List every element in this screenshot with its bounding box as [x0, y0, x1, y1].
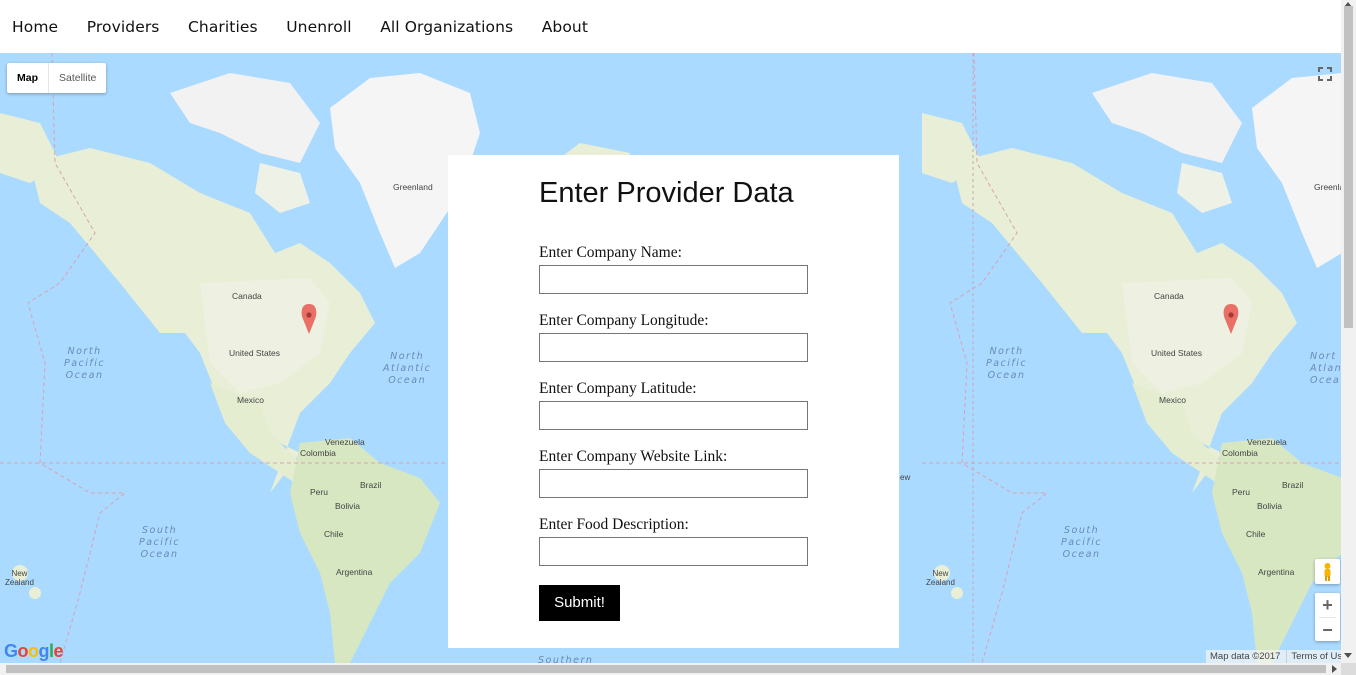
map-type-satellite-button[interactable]: Satellite — [49, 63, 106, 93]
map-label-brazil: Brazil — [360, 480, 382, 490]
map-label-north-pacific: North Pacific Ocean — [64, 346, 106, 381]
map-label-north-atlantic: North Atlantic Ocean — [383, 351, 432, 386]
company-website-input[interactable] — [539, 469, 808, 498]
company-website-label: Enter Company Website Link: — [539, 448, 728, 465]
horizontal-scrollbar[interactable] — [0, 663, 1341, 675]
map-label-colombia: Colombia — [300, 448, 336, 458]
vertical-scroll-thumb[interactable] — [1344, 6, 1353, 328]
zoom-in-button[interactable]: + — [1315, 593, 1340, 617]
map-attribution: Map data ©2017 Terms of Use — [1206, 650, 1345, 663]
map-type-control: Map Satellite — [7, 63, 107, 93]
map-label-venezuela-2: Venezuela — [1247, 437, 1287, 447]
map-label-brazil-2: Brazil — [1282, 480, 1304, 490]
map-label-chile: Chile — [324, 529, 344, 539]
map-label-south-pacific-2: South Pacific Ocean — [1061, 525, 1103, 560]
food-description-input[interactable] — [539, 537, 808, 566]
form-title: Enter Provider Data — [539, 177, 794, 209]
company-longitude-label: Enter Company Longitude: — [539, 312, 709, 329]
nav-charities[interactable]: Charities — [188, 18, 258, 36]
nav-home[interactable]: Home — [12, 18, 58, 36]
food-description-label: Enter Food Description: — [539, 516, 689, 533]
fullscreen-icon — [1318, 67, 1332, 81]
map-label-canada: Canada — [232, 291, 262, 301]
vertical-scrollbar[interactable] — [1341, 0, 1356, 663]
map-label-argentina-2: Argentina — [1258, 567, 1295, 577]
map-label-chile-2: Chile — [1246, 529, 1266, 539]
map-label-north-pacific-2: North Pacific Ocean — [986, 346, 1028, 381]
company-latitude-label: Enter Company Latitude: — [539, 380, 697, 397]
map-label-mexico: Mexico — [237, 395, 264, 405]
nav-about[interactable]: About — [542, 18, 588, 36]
provider-form-panel: Enter Provider Data Enter Company Name: … — [448, 155, 899, 648]
map-label-new-zealand: New Zealand — [5, 569, 34, 587]
scroll-right-arrow-icon[interactable] — [1332, 665, 1337, 673]
nav-unenroll[interactable]: Unenroll — [286, 18, 351, 36]
map-label-nz-partial: ew — [900, 473, 911, 482]
map-label-peru-2: Peru — [1232, 487, 1250, 497]
horizontal-scroll-thumb[interactable] — [6, 665, 1326, 673]
map-label-united-states: United States — [229, 348, 281, 358]
pegman-icon — [1324, 563, 1331, 581]
map-label-bolivia-2: Bolivia — [1257, 501, 1283, 511]
map-label-venezuela: Venezuela — [325, 437, 365, 447]
map-label-greenland: Greenland — [393, 182, 433, 192]
map-label-bolivia: Bolivia — [335, 501, 361, 511]
map-label-greenland-2: Greenla — [1314, 182, 1341, 192]
map-label-canada-2: Canada — [1154, 291, 1184, 301]
map-label-mexico-2: Mexico — [1159, 395, 1186, 405]
map-data-text: Map data ©2017 — [1210, 651, 1281, 662]
map-label-new-zealand-2: New Zealand — [926, 569, 955, 587]
zoom-out-button[interactable]: − — [1315, 618, 1340, 642]
map-label-united-states-2: United States — [1151, 348, 1203, 358]
company-longitude-input[interactable] — [539, 333, 808, 362]
company-name-label: Enter Company Name: — [539, 244, 682, 261]
zoom-control: + − — [1315, 593, 1340, 641]
map-type-map-button[interactable]: Map — [7, 63, 49, 93]
top-nav: Home Providers Charities Unenroll All Or… — [0, 0, 1341, 53]
scroll-down-arrow-icon[interactable] — [1344, 653, 1352, 658]
nav-all-organizations[interactable]: All Organizations — [380, 18, 513, 36]
map-label-colombia-2: Colombia — [1222, 448, 1258, 458]
map-label-southern: Southern — [538, 655, 594, 663]
map-label-south-pacific: South Pacific Ocean — [139, 525, 181, 560]
street-view-pegman-button[interactable] — [1315, 559, 1340, 584]
map-label-argentina: Argentina — [336, 567, 373, 577]
terms-of-use-link[interactable]: Terms of Use — [1286, 650, 1345, 663]
fullscreen-button[interactable] — [1313, 62, 1337, 86]
company-latitude-input[interactable] — [539, 401, 808, 430]
map-label-north-atlantic-2: Nort Atlan Ocea — [1310, 351, 1341, 386]
map-label-peru: Peru — [310, 487, 328, 497]
scrollbar-corner — [1341, 663, 1356, 675]
nav-providers[interactable]: Providers — [87, 18, 160, 36]
google-logo: Google — [4, 641, 64, 661]
company-name-input[interactable] — [539, 265, 808, 294]
submit-button[interactable]: Submit! — [539, 585, 620, 621]
